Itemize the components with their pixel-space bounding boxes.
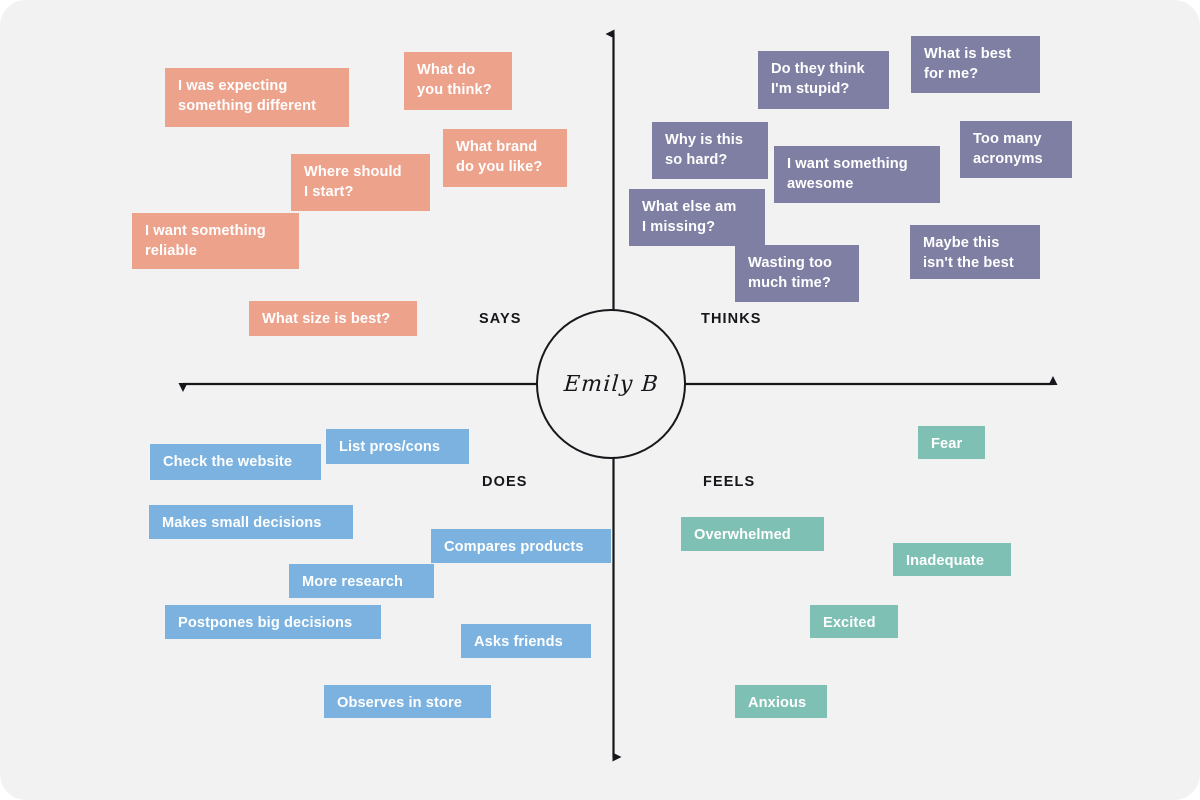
note-does[interactable]: Makes small decisions [149,505,353,539]
persona-name: Emily B [562,371,660,397]
note-does[interactable]: Check the website [150,444,321,480]
note-thinks[interactable]: What is best for me? [911,36,1040,93]
note-does[interactable]: Observes in store [324,685,491,718]
note-thinks[interactable]: I want something awesome [774,146,940,203]
note-says[interactable]: What do you think? [404,52,512,110]
note-thinks[interactable]: Maybe this isn't the best [910,225,1040,279]
note-says[interactable]: What brand do you like? [443,129,567,187]
persona-circle[interactable]: Emily B [536,309,686,459]
note-feels[interactable]: Fear [918,426,985,459]
note-feels[interactable]: Inadequate [893,543,1011,576]
note-says[interactable]: I was expecting something different [165,68,349,127]
note-does[interactable]: List pros/cons [326,429,469,464]
note-feels[interactable]: Overwhelmed [681,517,824,551]
note-does[interactable]: Compares products [431,529,611,563]
note-says[interactable]: What size is best? [249,301,417,336]
note-does[interactable]: More research [289,564,434,598]
quadrant-label-thinks: THINKS [701,311,762,327]
note-thinks[interactable]: Why is this so hard? [652,122,768,179]
note-does[interactable]: Postpones big decisions [165,605,381,639]
note-feels[interactable]: Anxious [735,685,827,718]
note-thinks[interactable]: What else am I missing? [629,189,765,246]
quadrant-label-feels: FEELS [703,474,756,490]
note-says[interactable]: Where should I start? [291,154,430,211]
note-does[interactable]: Asks friends [461,624,591,658]
note-says[interactable]: I want something reliable [132,213,299,269]
note-thinks[interactable]: Wasting too much time? [735,245,859,302]
quadrant-label-does: DOES [482,474,528,490]
quadrant-label-says: SAYS [479,311,522,327]
note-thinks[interactable]: Do they think I'm stupid? [758,51,889,109]
note-feels[interactable]: Excited [810,605,898,638]
note-thinks[interactable]: Too many acronyms [960,121,1072,178]
empathy-map-canvas: Emily B SAYS THINKS DOES FEELS I was exp… [0,0,1200,800]
